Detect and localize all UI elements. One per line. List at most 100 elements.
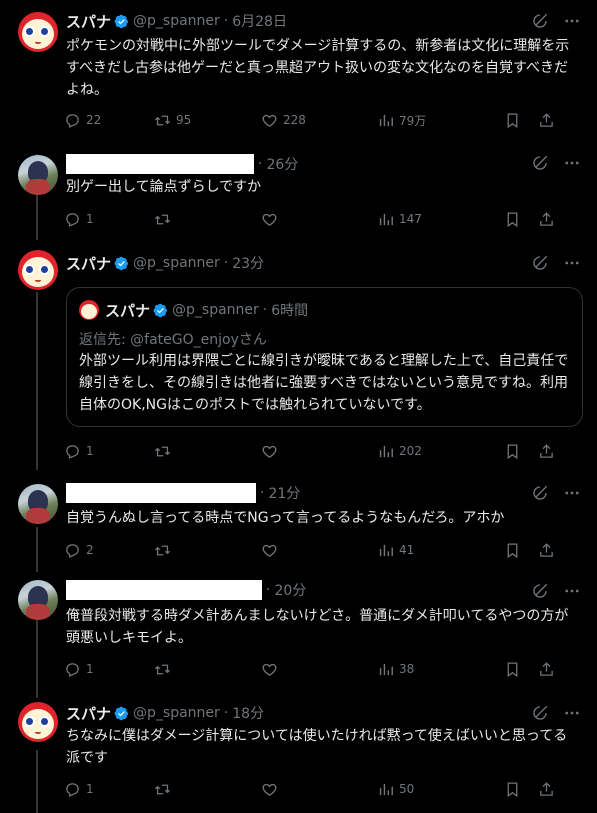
reply-count: 22 [86,113,102,127]
more-icon[interactable] [563,582,581,600]
views-button[interactable]: 79万 [377,112,504,129]
author-handle[interactable]: @p_spanner [133,13,220,29]
grok-icon[interactable] [531,582,549,600]
repost-button[interactable]: 95 [154,112,261,129]
bookmark-icon [504,542,521,559]
grok-icon[interactable] [531,704,549,722]
reply-count: 1 [86,444,94,458]
more-icon[interactable] [563,254,581,272]
repost-button[interactable] [154,661,261,678]
like-icon [261,542,278,559]
views-button[interactable]: 38 [377,661,504,678]
avatar[interactable] [79,300,99,320]
like-button[interactable] [261,211,377,228]
post[interactable]: · 21分 自覚うんぬし言ってる時点でNGって言ってるようなもんだろ。アホか 2… [0,478,597,574]
more-icon[interactable] [563,154,581,172]
post[interactable]: · 26分 別ゲー出して論点ずらしですか 1 147 [0,150,597,242]
reply-button[interactable]: 1 [64,211,154,228]
post[interactable]: スパナ @p_spanner · 6月28日 ポケモンの対戦中に外部ツールでダメ… [0,0,597,150]
reply-button[interactable]: 22 [64,112,154,129]
views-button[interactable]: 50 [377,781,504,798]
view-count: 41 [399,543,415,557]
avatar[interactable] [18,580,58,620]
timestamp[interactable]: 23分 [232,253,264,273]
grok-icon[interactable] [531,12,549,30]
views-button[interactable]: 147 [377,211,504,228]
post-text: ちなみに僕はダメージ計算については使いたければ黙って使えばいいと思ってる派です [66,728,568,766]
more-icon[interactable] [563,704,581,722]
repost-button[interactable] [154,211,261,228]
timestamp[interactable]: 26分 [266,154,298,174]
like-button[interactable]: 228 [261,112,377,129]
like-button[interactable] [261,443,377,460]
views-button[interactable]: 202 [377,443,504,460]
author-handle[interactable]: @p_spanner [133,705,220,721]
repost-icon [154,661,171,678]
bookmark-button[interactable] [504,112,538,129]
post-text: 俺普段対戦する時ダメ計あんましないけどさ。普通にダメ計叩いてるやつの方が頭悪いし… [66,608,569,646]
author-name[interactable]: スパナ [66,253,111,274]
repost-button[interactable] [154,443,261,460]
reply-icon [64,112,81,129]
quoted-post[interactable]: スパナ @p_spanner · 6時間 返信先: @fateGO_enjoyさ… [66,287,583,427]
repost-button[interactable] [154,781,261,798]
like-button[interactable] [261,781,377,798]
more-icon[interactable] [563,12,581,30]
bookmark-button[interactable] [504,781,538,798]
post[interactable]: スパナ @p_spanner · 18分 ちなみに僕はダメージ計算については使い… [0,694,597,813]
avatar[interactable] [18,484,58,524]
reply-button[interactable]: 2 [64,542,154,559]
avatar[interactable] [18,702,58,742]
bookmark-button[interactable] [504,542,538,559]
avatar[interactable] [18,155,58,195]
post[interactable]: · 20分 俺普段対戦する時ダメ計あんましないけどさ。普通にダメ計叩いてるやつの… [0,574,597,694]
share-button[interactable] [538,443,558,460]
views-button[interactable]: 41 [377,542,504,559]
share-button[interactable] [538,661,558,678]
repost-icon [154,211,171,228]
bookmark-button[interactable] [504,443,538,460]
share-button[interactable] [538,781,558,798]
author-name[interactable]: スパナ [66,11,111,32]
timestamp[interactable]: 18分 [232,703,264,723]
bookmark-button[interactable] [504,211,538,228]
like-button[interactable] [261,661,377,678]
bookmark-button[interactable] [504,661,538,678]
timestamp[interactable]: 6月28日 [232,11,287,31]
views-icon [377,443,394,460]
grok-icon[interactable] [531,484,549,502]
like-icon [261,211,278,228]
bookmark-icon [504,112,521,129]
reply-to-mention[interactable]: @fateGO_enjoyさん [130,332,267,348]
grok-icon[interactable] [531,154,549,172]
view-count: 50 [399,782,415,796]
quote-author-handle: @p_spanner [172,302,259,318]
post-text: ポケモンの対戦中に外部ツールでダメージ計算するの、新参者は文化に理解を示すべきだ… [66,38,570,98]
share-button[interactable] [538,542,558,559]
reply-button[interactable]: 1 [64,781,154,798]
reply-count: 2 [86,543,94,557]
repost-button[interactable] [154,542,261,559]
avatar[interactable] [18,12,58,52]
reply-button[interactable]: 1 [64,661,154,678]
repost-icon [154,112,171,129]
repost-icon [154,443,171,460]
grok-icon[interactable] [531,254,549,272]
author-handle[interactable]: @p_spanner [133,255,220,271]
post[interactable]: スパナ @p_spanner · 23分 スパナ @p_spanner · 6時… [0,242,597,478]
post-text: 自覚うんぬし言ってる時点でNGって言ってるようなもんだろ。アホか [66,510,505,526]
share-icon [538,443,555,460]
share-button[interactable] [538,211,558,228]
author-name[interactable]: スパナ [66,703,111,724]
more-icon[interactable] [563,484,581,502]
reply-button[interactable]: 1 [64,443,154,460]
timestamp[interactable]: 20分 [274,580,306,600]
avatar[interactable] [18,250,58,290]
share-button[interactable] [538,112,558,129]
reply-count: 1 [86,662,94,676]
timestamp[interactable]: 21分 [268,483,300,503]
share-icon [538,542,555,559]
verified-badge-icon [114,14,129,29]
share-icon [538,781,555,798]
like-button[interactable] [261,542,377,559]
